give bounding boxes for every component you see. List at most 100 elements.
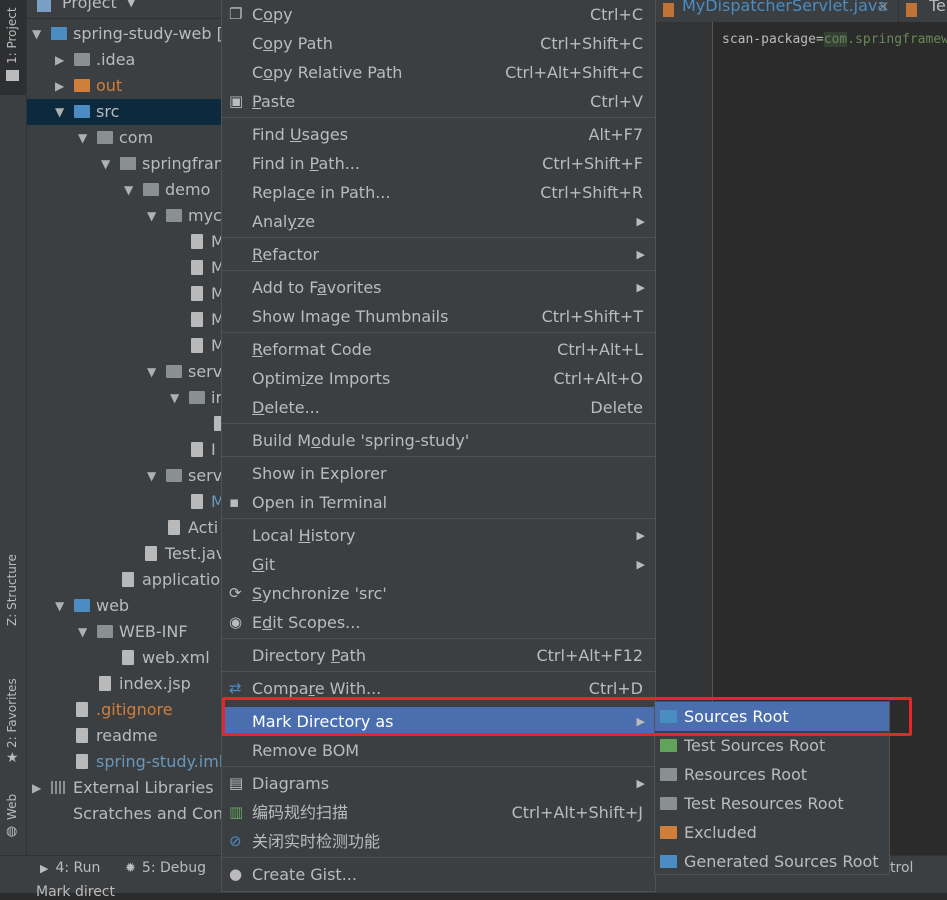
menu-item[interactable]: ▣ Paste Ctrl+V bbox=[222, 87, 655, 116]
submenu-item[interactable]: Test Resources Root bbox=[655, 789, 889, 818]
submenu-item[interactable]: Generated Sources Root bbox=[655, 847, 889, 876]
tab-project[interactable]: 1: Project bbox=[0, 0, 26, 95]
collapse-arrow-icon[interactable]: ▼ bbox=[147, 203, 159, 229]
expand-arrow-icon[interactable]: ▶ bbox=[32, 775, 44, 801]
tree-row[interactable]: ▼ in bbox=[27, 385, 222, 411]
menu-item[interactable]: Show Image Thumbnails Ctrl+Shift+T bbox=[222, 302, 655, 331]
submenu-item[interactable]: Test Sources Root bbox=[655, 731, 889, 760]
menu-item-label: Local History bbox=[252, 526, 356, 545]
menu-item[interactable]: Replace in Path... Ctrl+Shift+R bbox=[222, 178, 655, 207]
menu-item[interactable]: ⇄ Compare With... Ctrl+D bbox=[222, 674, 655, 703]
editor-tab-active[interactable]: MyDispatcherServlet.java × bbox=[656, 0, 896, 22]
tree-row[interactable]: M bbox=[27, 307, 222, 333]
collapse-arrow-icon[interactable]: ▼ bbox=[170, 385, 182, 411]
tree-row[interactable]: M bbox=[27, 489, 222, 515]
collapse-arrow-icon[interactable]: ▼ bbox=[32, 21, 44, 47]
chevron-down-icon[interactable]: ▼ bbox=[127, 0, 135, 9]
tree-row[interactable]: ▶ External Libraries bbox=[27, 775, 222, 801]
tree-row[interactable]: Test.java bbox=[27, 541, 222, 567]
collapse-arrow-icon[interactable]: ▼ bbox=[147, 359, 159, 385]
menu-item[interactable]: Refactor ▶ bbox=[222, 240, 655, 269]
tree-row[interactable]: index.jsp bbox=[27, 671, 222, 697]
tree-row[interactable]: ▼ com bbox=[27, 125, 222, 151]
tree-row[interactable]: M bbox=[27, 333, 222, 359]
close-icon[interactable]: × bbox=[877, 0, 890, 15]
tab-run[interactable]: ▶ 4: Run bbox=[40, 860, 100, 876]
collapse-arrow-icon[interactable]: ▼ bbox=[101, 151, 113, 177]
tree-row[interactable]: application.p bbox=[27, 567, 222, 593]
expand-arrow-icon[interactable]: ▶ bbox=[55, 47, 67, 73]
submenu-item[interactable]: Sources Root bbox=[655, 702, 889, 731]
menu-item[interactable]: ◉ Edit Scopes... bbox=[222, 608, 655, 637]
menu-item[interactable]: Local History ▶ bbox=[222, 521, 655, 550]
editor-tab-next[interactable]: Te bbox=[898, 0, 947, 22]
submenu-item[interactable]: Excluded bbox=[655, 818, 889, 847]
menu-item[interactable]: Mark Directory as ▶ bbox=[222, 707, 655, 736]
menu-item[interactable]: Analyze ▶ bbox=[222, 207, 655, 236]
collapse-arrow-icon[interactable]: ▼ bbox=[124, 177, 136, 203]
menu-item[interactable]: Git ▶ bbox=[222, 550, 655, 579]
tree-row[interactable]: ▶ .idea bbox=[27, 47, 222, 73]
tree-row[interactable]: ▼ WEB-INF bbox=[27, 619, 222, 645]
tab-favorites[interactable]: 2: Favorites ★ bbox=[0, 670, 26, 770]
tree-row[interactable]: ▼ myc bbox=[27, 203, 222, 229]
collapse-arrow-icon[interactable]: ▼ bbox=[147, 463, 159, 489]
project-header-title[interactable]: Project bbox=[62, 0, 117, 12]
tree-row[interactable]: ▼ serv bbox=[27, 463, 222, 489]
tree-row[interactable]: spring-study.iml bbox=[27, 749, 222, 775]
menu-item[interactable]: Add to Favorites ▶ bbox=[222, 273, 655, 302]
submenu-item-label: Test Sources Root bbox=[684, 736, 826, 755]
menu-item-label: Mark Directory as bbox=[252, 712, 394, 731]
tree-row[interactable]: ▼ spring-study-web [ bbox=[27, 21, 222, 47]
menu-item[interactable]: ⟳ Synchronize 'src' bbox=[222, 579, 655, 608]
collapse-arrow-icon[interactable]: ▼ bbox=[55, 99, 67, 125]
tree-row[interactable]: M bbox=[27, 255, 222, 281]
menu-item[interactable]: ▪ Open in Terminal bbox=[222, 488, 655, 517]
tree-row[interactable]: M bbox=[27, 229, 222, 255]
submenu-item[interactable]: Resources Root bbox=[655, 760, 889, 789]
menu-item[interactable]: ❐ Copy Ctrl+C bbox=[222, 0, 655, 29]
expand-arrow-icon[interactable]: ▶ bbox=[55, 73, 67, 99]
menu-item-shortcut: Ctrl+D bbox=[588, 679, 643, 698]
menu-item[interactable]: Delete... Delete bbox=[222, 393, 655, 422]
menu-item[interactable]: Directory Path Ctrl+Alt+F12 bbox=[222, 641, 655, 670]
submenu-item-label: Test Resources Root bbox=[684, 794, 844, 813]
menu-item[interactable]: ⊘ 关闭实时检测功能 bbox=[222, 827, 655, 856]
tree-row[interactable]: web.xml bbox=[27, 645, 222, 671]
tree-row[interactable]: M bbox=[27, 281, 222, 307]
tree-row[interactable]: Scratches and Cons bbox=[27, 801, 222, 827]
collapse-arrow-icon[interactable]: ▼ bbox=[78, 125, 90, 151]
tree-row[interactable]: ▼ src bbox=[27, 99, 222, 125]
menu-item[interactable]: Find Usages Alt+F7 bbox=[222, 120, 655, 149]
tab-debug[interactable]: ✹ 5: Debug bbox=[125, 860, 206, 876]
tree-row[interactable]: Acti bbox=[27, 515, 222, 541]
menu-item[interactable]: Remove BOM bbox=[222, 736, 655, 765]
tree-row[interactable]: .gitignore bbox=[27, 697, 222, 723]
menu-item[interactable]: Copy Path Ctrl+Shift+C bbox=[222, 29, 655, 58]
menu-item[interactable]: Show in Explorer bbox=[222, 459, 655, 488]
tree-row[interactable]: ▼ demo bbox=[27, 177, 222, 203]
menu-item[interactable]: Build Module 'spring-study' bbox=[222, 426, 655, 455]
menu-item[interactable]: Reformat Code Ctrl+Alt+L bbox=[222, 335, 655, 364]
tree-row[interactable]: ▼ serv bbox=[27, 359, 222, 385]
code-line[interactable]: scan-package=com.springframew bbox=[722, 32, 947, 47]
menu-item-label: Analyze bbox=[252, 212, 316, 231]
tree-row[interactable] bbox=[27, 411, 222, 437]
tree-row[interactable]: readme bbox=[27, 723, 222, 749]
tree-item-label: myc bbox=[188, 206, 222, 225]
menu-item[interactable]: ● Create Gist... bbox=[222, 860, 655, 889]
menu-item[interactable]: Find in Path... Ctrl+Shift+F bbox=[222, 149, 655, 178]
menu-item[interactable]: ▥ 编码规约扫描 Ctrl+Alt+Shift+J bbox=[222, 798, 655, 827]
tree-row[interactable]: I bbox=[27, 437, 222, 463]
tab-todo-fragment[interactable]: trol bbox=[890, 860, 913, 876]
tree-row[interactable]: ▶ out bbox=[27, 73, 222, 99]
collapse-arrow-icon[interactable]: ▼ bbox=[78, 619, 90, 645]
collapse-arrow-icon[interactable]: ▼ bbox=[55, 593, 67, 619]
menu-item[interactable]: ▤ Diagrams ▶ bbox=[222, 769, 655, 798]
tab-structure[interactable]: Z: Structure bbox=[0, 540, 26, 650]
menu-item[interactable]: Optimize Imports Ctrl+Alt+O bbox=[222, 364, 655, 393]
tab-web[interactable]: Web ◍ bbox=[0, 790, 26, 845]
tree-row[interactable]: ▼ springfran bbox=[27, 151, 222, 177]
tree-row[interactable]: ▼ web bbox=[27, 593, 222, 619]
menu-item[interactable]: Copy Relative Path Ctrl+Alt+Shift+C bbox=[222, 58, 655, 87]
